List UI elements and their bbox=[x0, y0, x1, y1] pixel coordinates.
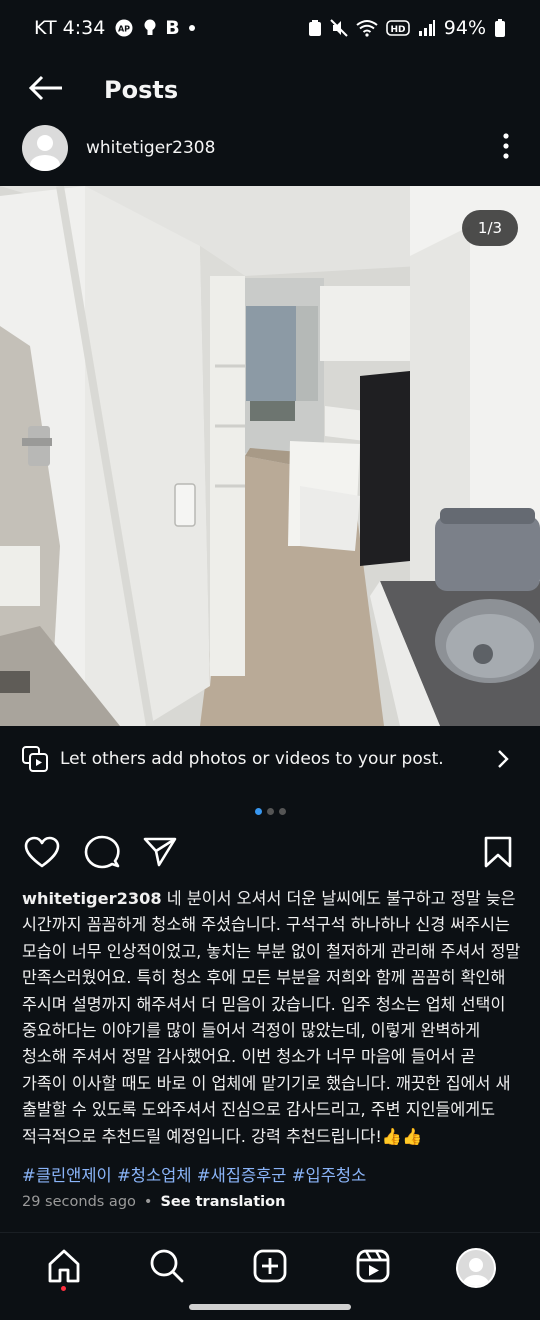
mute-icon bbox=[330, 19, 348, 37]
add-media-icon bbox=[20, 744, 50, 774]
nav-reels-button[interactable] bbox=[348, 1243, 398, 1293]
ap-icon: AP bbox=[113, 19, 135, 37]
b-icon: B bbox=[165, 17, 180, 39]
author-username[interactable]: whitetiger2308 bbox=[86, 138, 486, 158]
nav-home-button[interactable] bbox=[39, 1243, 89, 1293]
carousel-indicator bbox=[0, 808, 540, 815]
carousel-dot bbox=[266, 808, 274, 815]
svg-text:HD: HD bbox=[390, 25, 405, 35]
caption-username[interactable]: whitetiger2308 bbox=[22, 889, 162, 908]
room-photo bbox=[0, 186, 540, 726]
create-icon bbox=[252, 1248, 288, 1288]
home-icon bbox=[46, 1248, 82, 1288]
chevron-right-icon bbox=[488, 744, 518, 774]
battery-percent: 94% bbox=[443, 17, 486, 39]
comment-button[interactable] bbox=[80, 832, 124, 876]
nav-search-button[interactable] bbox=[142, 1243, 192, 1293]
avatar[interactable] bbox=[22, 125, 68, 171]
post-actions bbox=[0, 832, 540, 876]
send-icon bbox=[143, 837, 177, 871]
signal-icon bbox=[418, 19, 436, 37]
reels-icon bbox=[355, 1248, 391, 1288]
carousel-dot bbox=[278, 808, 286, 815]
home-indicator bbox=[189, 1304, 351, 1310]
profile-avatar bbox=[456, 1247, 497, 1288]
hashtags[interactable]: #클린앤제이 #청소업체 #새집증후군 #입주청소 bbox=[22, 1162, 522, 1186]
caption-text: 네 분이서 오셔서 더운 날씨에도 불구하고 정말 늦은 시간까지 꼼꼼하게 청… bbox=[22, 889, 521, 1146]
post-timestamp: 29 seconds ago bbox=[22, 1194, 136, 1210]
page-title: Posts bbox=[104, 76, 179, 104]
hd-icon: HD bbox=[385, 19, 410, 37]
see-translation-link[interactable]: See translation bbox=[160, 1194, 285, 1210]
share-button[interactable] bbox=[138, 832, 182, 876]
top-bar: Posts bbox=[0, 60, 540, 120]
meta-separator: • bbox=[143, 1194, 153, 1210]
collab-row[interactable]: Let others add photos or videos to your … bbox=[0, 730, 540, 788]
carrier-time: KT 4:34 bbox=[34, 17, 106, 39]
heart-icon bbox=[24, 836, 60, 872]
bottom-nav bbox=[0, 1232, 540, 1302]
bulb-icon bbox=[143, 19, 157, 37]
post-photo[interactable]: 1/3 bbox=[0, 186, 540, 726]
wifi-icon bbox=[356, 19, 378, 37]
post-caption: whitetiger2308 네 분이서 오셔서 더운 날씨에도 불구하고 정말… bbox=[22, 886, 522, 1150]
back-button[interactable] bbox=[16, 60, 76, 120]
more-options-button[interactable] bbox=[486, 128, 526, 168]
notification-dot bbox=[61, 1285, 67, 1291]
svg-text:AP: AP bbox=[118, 25, 130, 34]
arrow-left-icon bbox=[28, 74, 64, 106]
post-meta: 29 seconds ago • See translation bbox=[22, 1194, 285, 1210]
bookmark-icon bbox=[484, 836, 512, 872]
battery-icon bbox=[494, 18, 506, 38]
photo-counter: 1/3 bbox=[462, 210, 518, 246]
nav-create-button[interactable] bbox=[245, 1243, 295, 1293]
post-author-row: whitetiger2308 bbox=[0, 124, 540, 172]
carousel-dot bbox=[254, 808, 262, 815]
status-bar: KT 4:34 AP B HD 94% bbox=[0, 0, 540, 56]
collab-text: Let others add photos or videos to your … bbox=[60, 749, 444, 769]
dot-icon bbox=[188, 24, 196, 32]
save-button[interactable] bbox=[476, 832, 520, 876]
battery-saver-icon bbox=[308, 19, 322, 37]
more-vertical-icon bbox=[503, 133, 509, 163]
like-button[interactable] bbox=[20, 832, 64, 876]
nav-profile-button[interactable] bbox=[451, 1243, 501, 1293]
comment-icon bbox=[84, 835, 120, 873]
search-icon bbox=[149, 1248, 185, 1288]
